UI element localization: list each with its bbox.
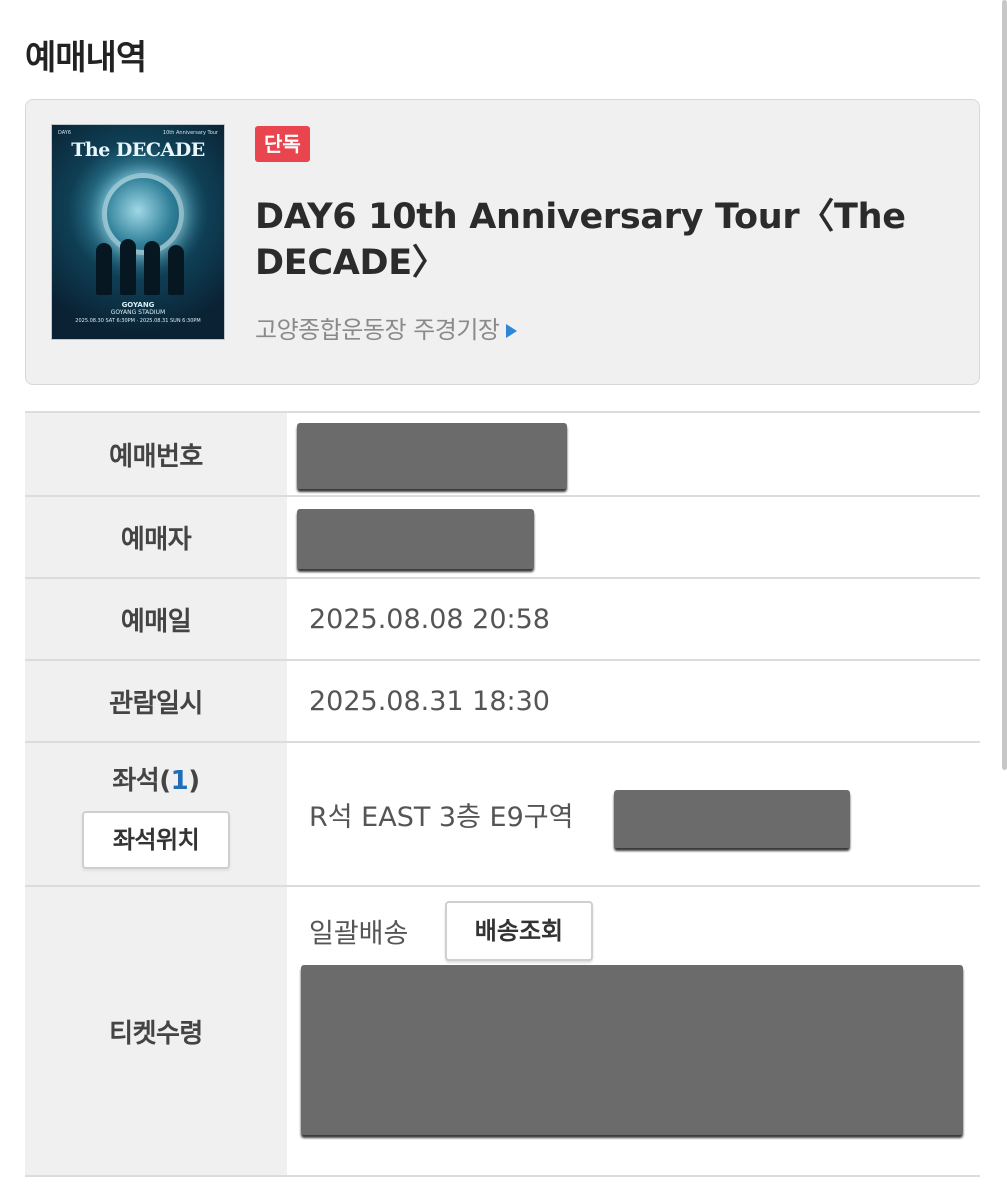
seat-count: 1 xyxy=(170,765,189,796)
row-booking-number: 예매번호 xyxy=(25,411,980,496)
row-booker: 예매자 xyxy=(25,495,980,578)
performance-card: DAY6 10th Anniversary Tour The DECADE GO… xyxy=(25,99,980,385)
poster-city: GOYANG xyxy=(121,301,155,309)
row-view-datetime: 관람일시 2025.08.31 18:30 xyxy=(25,659,980,742)
poster-image[interactable]: DAY6 10th Anniversary Tour The DECADE GO… xyxy=(51,124,225,340)
delivery-method: 일괄배송 xyxy=(309,918,409,950)
triangle-right-icon xyxy=(505,324,517,338)
booker-label: 예매자 xyxy=(25,495,287,578)
venue-name: 고양종합운동장 주경기장 xyxy=(255,316,500,344)
booking-date-label: 예매일 xyxy=(25,577,287,660)
row-booking-date: 예매일 2025.08.08 20:58 xyxy=(25,577,980,660)
booking-number-label: 예매번호 xyxy=(25,411,287,496)
booking-details-table: 예매번호 예매자 예매일 2025.08.08 20:58 관람일시 2025.… xyxy=(25,411,980,1177)
redacted-seat-detail xyxy=(614,790,850,848)
view-datetime-label: 관람일시 xyxy=(25,659,287,742)
seat-label: 좌석(1) xyxy=(112,765,200,796)
redacted-booking-number xyxy=(297,423,567,489)
row-seat: 좌석(1) 좌석위치 R석 EAST 3층 E9구역 xyxy=(25,741,980,886)
redacted-delivery-info xyxy=(301,965,963,1135)
seat-location-button[interactable]: 좌석위치 xyxy=(82,810,230,869)
view-datetime-value: 2025.08.31 18:30 xyxy=(287,659,980,742)
poster-artist: DAY6 xyxy=(58,130,72,136)
delivery-check-button[interactable]: 배송조회 xyxy=(444,901,593,961)
booking-date-value: 2025.08.08 20:58 xyxy=(287,577,980,660)
scrollbar[interactable] xyxy=(1002,0,1007,770)
venue-link[interactable]: 고양종합운동장 주경기장 xyxy=(255,310,517,345)
exclusive-badge: 단독 xyxy=(255,126,310,162)
performance-title[interactable]: DAY6 10th Anniversary Tour〈The DECADE〉 xyxy=(255,194,955,286)
poster-stadium: GOYANG STADIUM xyxy=(110,309,166,316)
poster-dates: 2025.08.30 SAT 6:30PM · 2025.08.31 SUN 6… xyxy=(75,318,201,324)
poster-title: The DECADE xyxy=(71,139,205,161)
page-title: 예매내역 xyxy=(25,38,147,78)
row-ticket-receipt: 티켓수령 일괄배송 배송조회 xyxy=(25,885,980,1177)
ticket-receipt-label: 티켓수령 xyxy=(25,885,287,1177)
seat-value: R석 EAST 3층 E9구역 xyxy=(309,801,574,833)
redacted-booker xyxy=(297,509,534,569)
poster-tour: 10th Anniversary Tour xyxy=(162,130,218,136)
poster-figures xyxy=(92,235,188,295)
